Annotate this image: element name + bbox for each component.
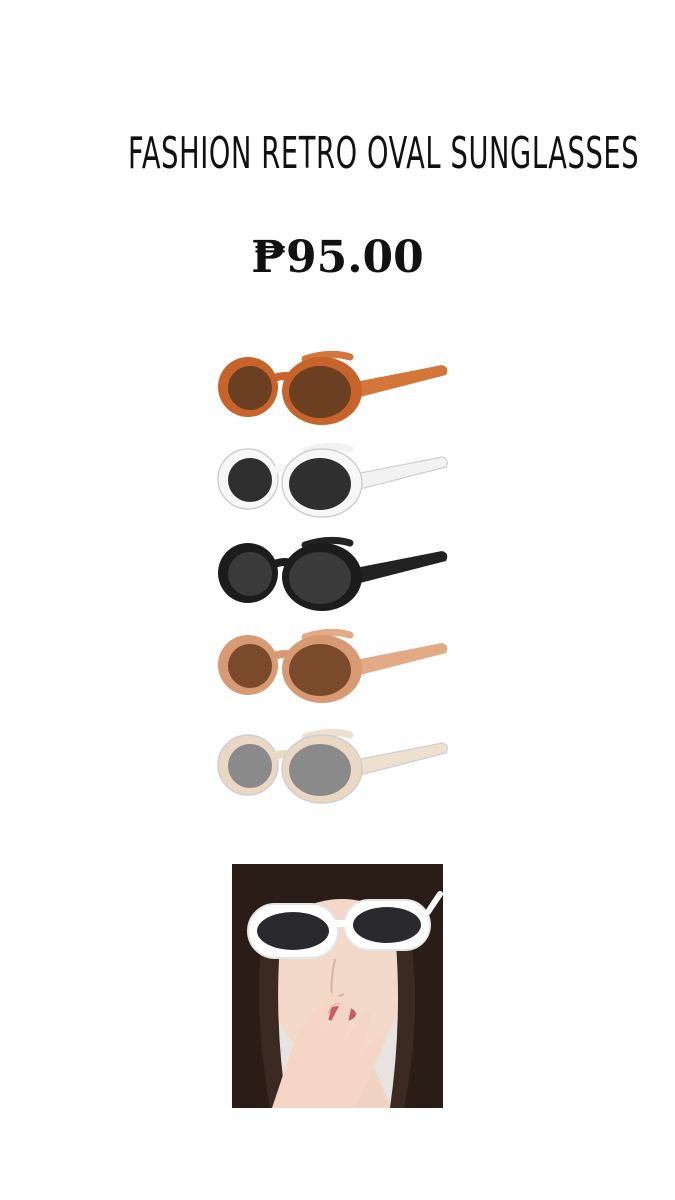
sunglasses-icon — [218, 350, 448, 425]
sunglasses-icon — [218, 628, 448, 703]
sunglasses-clear-champagne — [210, 723, 460, 813]
sunglasses-tan — [210, 623, 460, 713]
product-price: ₱95.00 — [251, 232, 424, 283]
sunglasses-orange-tortoise — [210, 345, 460, 435]
sunglasses-white — [210, 437, 460, 527]
sunglasses-icon — [217, 442, 448, 518]
sunglasses-icon — [217, 728, 448, 804]
product-title: FASHION RETRO OVAL SUNGLASSES — [128, 128, 640, 179]
model-photo — [232, 864, 443, 1108]
sunglasses-variants — [210, 345, 460, 825]
sunglasses-black — [210, 531, 460, 621]
sunglasses-icon — [218, 536, 448, 611]
